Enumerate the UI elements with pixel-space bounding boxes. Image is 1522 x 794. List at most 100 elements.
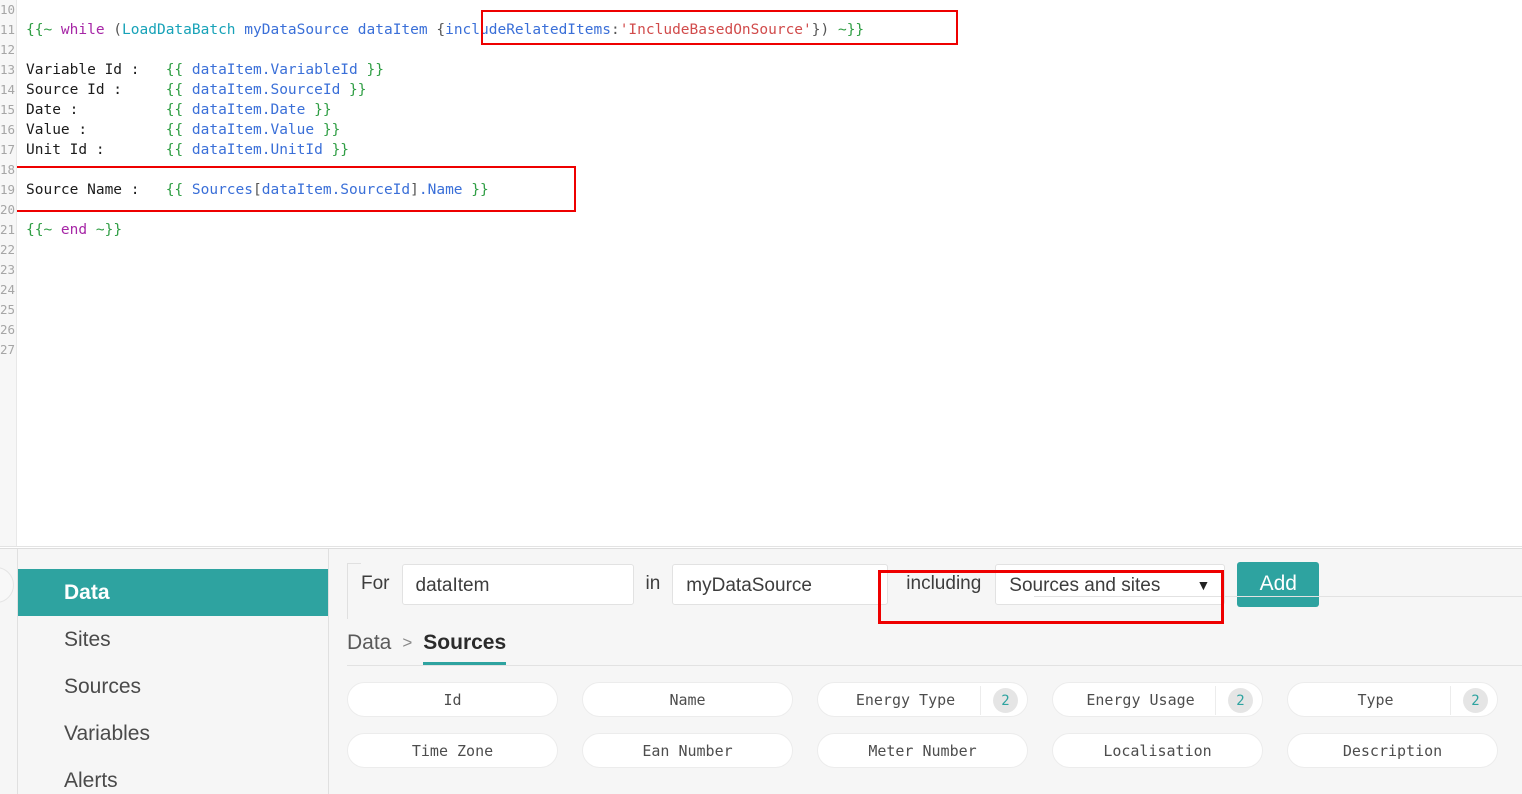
code-token: Unit Id : xyxy=(26,142,166,158)
code-line[interactable]: {{~ while (LoadDataBatch myDataSource da… xyxy=(26,20,1522,40)
add-button[interactable]: Add xyxy=(1237,562,1319,607)
including-label: including xyxy=(888,573,995,595)
query-bracket-vertical xyxy=(347,563,348,619)
code-token: Source Name : xyxy=(26,182,166,198)
code-token: [ xyxy=(253,182,262,198)
breadcrumb-current[interactable]: Sources xyxy=(423,631,506,655)
code-token: : xyxy=(611,22,620,38)
code-line[interactable]: {{~ end ~}} xyxy=(26,220,1522,240)
field-pill[interactable]: Localisation xyxy=(1052,733,1263,768)
field-pill-row: Id Name Energy Type2 Energy Usage2 Type2 xyxy=(347,682,1522,717)
code-line[interactable] xyxy=(26,300,1522,320)
in-datasource-input[interactable]: myDataSource xyxy=(672,564,888,605)
code-line[interactable] xyxy=(26,260,1522,280)
query-row-divider xyxy=(1034,596,1522,597)
code-token: {{~ xyxy=(26,222,61,238)
code-token: dataItem xyxy=(358,22,428,38)
sidebar-item-alerts[interactable]: Alerts xyxy=(18,757,328,794)
code-token: Variable Id : xyxy=(26,62,166,78)
code-line[interactable] xyxy=(26,320,1522,340)
code-line[interactable]: Variable Id : {{ dataItem.VariableId }} xyxy=(26,60,1522,80)
sidebar-item-sites[interactable]: Sites xyxy=(18,616,328,663)
code-token: .Name xyxy=(419,182,463,198)
field-pill[interactable]: Id xyxy=(347,682,558,717)
code-token: Value : xyxy=(26,122,166,138)
field-pill[interactable]: Time Zone xyxy=(347,733,558,768)
editor-line-number-gutter: 101112131415161718192021222324252627 xyxy=(0,0,17,546)
code-token: dataItem.SourceId xyxy=(262,182,410,198)
including-select[interactable]: Sources and sites ▼ xyxy=(995,564,1225,605)
field-pill[interactable]: Description xyxy=(1287,733,1498,768)
editor-code-area[interactable]: {{~ while (LoadDataBatch myDataSource da… xyxy=(17,0,1522,546)
code-line[interactable] xyxy=(26,0,1522,20)
line-number: 16 xyxy=(0,120,17,140)
field-pill-label: Ean Number xyxy=(642,742,732,760)
field-pill-divider xyxy=(1215,686,1216,715)
sidebar-item-label: Sites xyxy=(64,628,111,651)
field-pill-count-badge: 2 xyxy=(1463,688,1488,713)
bottom-panel: Data Sites Sources Variables Alerts For data… xyxy=(0,548,1522,794)
line-number: 15 xyxy=(0,100,17,120)
line-number: 19 xyxy=(0,180,17,200)
sidebar-item-sources[interactable]: Sources xyxy=(18,663,328,710)
code-line[interactable] xyxy=(26,240,1522,260)
code-token xyxy=(349,22,358,38)
code-line[interactable] xyxy=(26,280,1522,300)
code-line[interactable]: Source Id : {{ dataItem.SourceId }} xyxy=(26,80,1522,100)
field-pill-label: Name xyxy=(669,691,705,709)
code-token: }} xyxy=(340,82,366,98)
line-number: 21 xyxy=(0,220,17,240)
sidebar-item-label: Sources xyxy=(64,675,141,698)
code-line[interactable]: Date : {{ dataItem.Date }} xyxy=(26,100,1522,120)
line-number: 26 xyxy=(0,320,17,340)
line-number: 10 xyxy=(0,0,17,20)
code-token: myDataSource xyxy=(244,22,349,38)
code-token: {{ xyxy=(166,82,192,98)
code-token: dataItem.VariableId xyxy=(192,62,358,78)
line-number: 20 xyxy=(0,200,17,220)
code-token: 'IncludeBasedOnSource' xyxy=(620,22,812,38)
code-line[interactable] xyxy=(26,340,1522,360)
field-pill-area: Id Name Energy Type2 Energy Usage2 Type2 Tim… xyxy=(329,655,1522,768)
field-pill-label: Meter Number xyxy=(868,742,976,760)
sidebar-item-variables[interactable]: Variables xyxy=(18,710,328,757)
code-token: ~}} xyxy=(87,222,122,238)
for-variable-input[interactable]: dataItem xyxy=(402,564,634,605)
field-pill[interactable]: Energy Type2 xyxy=(817,682,1028,717)
code-token: dataItem.Value xyxy=(192,122,314,138)
code-token: dataItem.UnitId xyxy=(192,142,323,158)
code-line[interactable]: Value : {{ dataItem.Value }} xyxy=(26,120,1522,140)
breadcrumb-root[interactable]: Data xyxy=(347,631,391,655)
field-pill[interactable]: Energy Usage2 xyxy=(1052,682,1263,717)
breadcrumb-current-label: Sources xyxy=(423,631,506,654)
code-editor[interactable]: 101112131415161718192021222324252627 {{~… xyxy=(0,0,1522,547)
field-pill[interactable]: Meter Number xyxy=(817,733,1028,768)
code-token: end xyxy=(61,222,87,238)
code-token: {{ xyxy=(166,102,192,118)
query-bracket-horizontal xyxy=(347,563,361,564)
code-token: }} xyxy=(314,122,340,138)
field-pill[interactable]: Ean Number xyxy=(582,733,793,768)
code-token: Source Id : xyxy=(26,82,166,98)
field-pill-divider xyxy=(980,686,981,715)
breadcrumb: Data > Sources xyxy=(329,619,1522,655)
code-line[interactable] xyxy=(26,160,1522,180)
line-number: 22 xyxy=(0,240,17,260)
collapse-panel-icon[interactable] xyxy=(0,567,14,603)
code-token: Sources xyxy=(192,182,253,198)
sidebar-item-data[interactable]: Data xyxy=(18,569,328,616)
code-line[interactable]: Source Name : {{ Sources[dataItem.Source… xyxy=(26,180,1522,200)
line-number: 27 xyxy=(0,340,17,360)
field-pill-label: Localisation xyxy=(1103,742,1211,760)
code-line[interactable] xyxy=(26,40,1522,60)
field-pill[interactable]: Type2 xyxy=(1287,682,1498,717)
panel-content: For dataItem in myDataSource including S… xyxy=(329,549,1522,794)
line-number: 23 xyxy=(0,260,17,280)
code-token: }} xyxy=(463,182,489,198)
sidebar-item-label: Variables xyxy=(64,722,150,745)
code-token: dataItem.SourceId xyxy=(192,82,340,98)
code-line[interactable]: Unit Id : {{ dataItem.UnitId }} xyxy=(26,140,1522,160)
field-pill[interactable]: Name xyxy=(582,682,793,717)
code-line[interactable] xyxy=(26,200,1522,220)
code-token: }} xyxy=(358,62,384,78)
